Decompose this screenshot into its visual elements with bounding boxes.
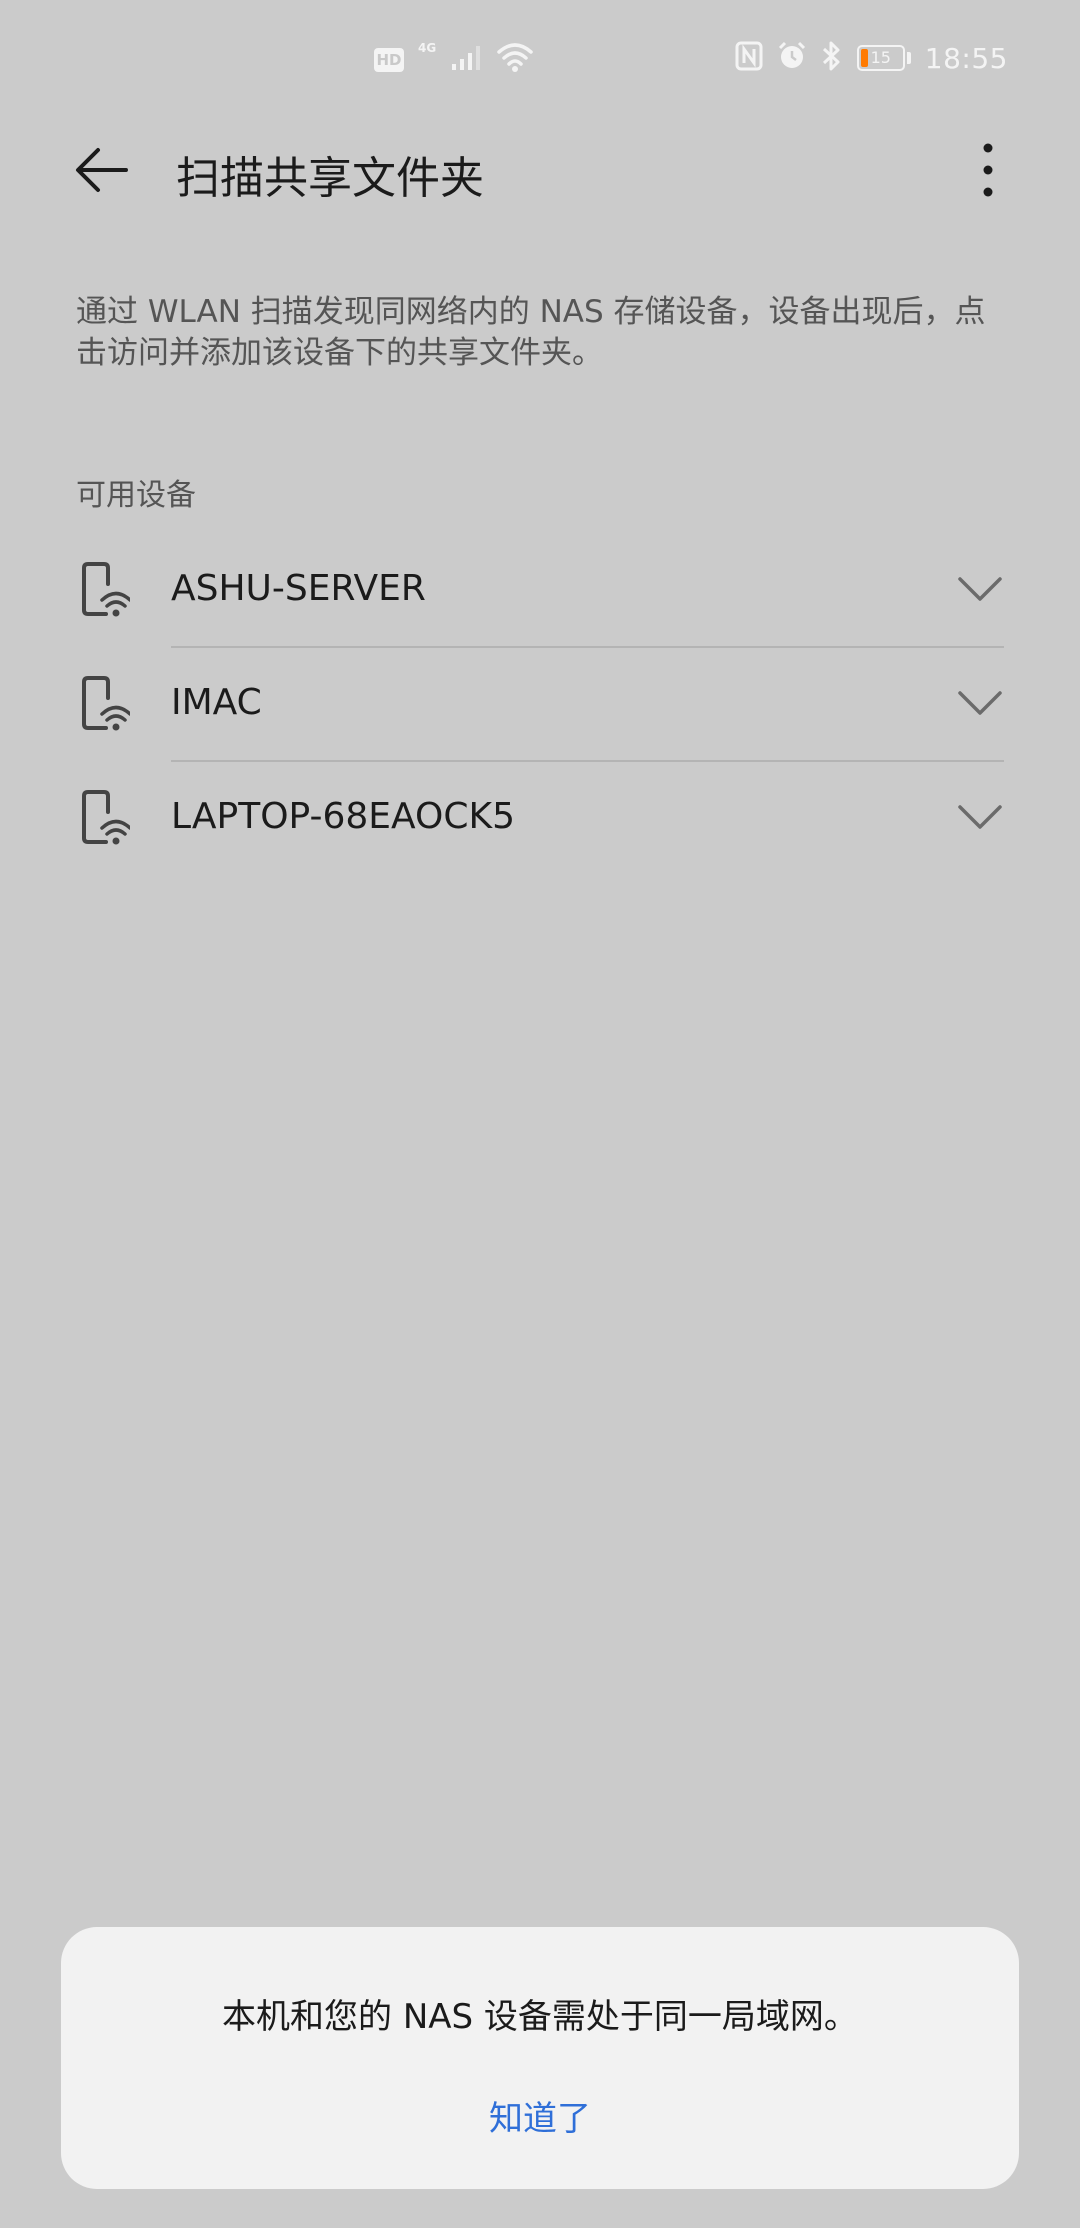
chevron-down-icon[interactable]	[956, 688, 1004, 718]
device-list: ASHU-SERVER IMAC LAPTOP-68EAOCK5	[0, 534, 1080, 876]
page-description: 通过 WLAN 扫描发现同网络内的 NAS 存储设备，设备出现后，点击访问并添加…	[76, 294, 986, 371]
device-item-ashu-server[interactable]: ASHU-SERVER	[0, 534, 1080, 648]
nfc-icon	[735, 41, 763, 75]
app-bar: 扫描共享文件夹	[0, 120, 1080, 220]
device-name: LAPTOP-68EAOCK5	[171, 796, 515, 837]
status-left-group: HD 4G	[374, 41, 534, 78]
status-bar: HD 4G 15 18:55	[0, 0, 1080, 120]
hd-icon: HD	[374, 48, 404, 72]
back-button[interactable]	[70, 138, 134, 202]
network-device-icon	[82, 676, 130, 731]
chevron-down-icon[interactable]	[956, 802, 1004, 832]
device-item-imac[interactable]: IMAC	[0, 648, 1080, 762]
status-right-group: 15 18:55	[735, 40, 1008, 76]
page-title: 扫描共享文件夹	[176, 153, 484, 204]
chevron-down-icon[interactable]	[956, 574, 1004, 604]
dialog-message: 本机和您的 NAS 设备需处于同一局域网。	[222, 1997, 858, 2037]
back-arrow-icon	[76, 148, 128, 192]
network-device-icon	[82, 562, 130, 617]
got-it-button[interactable]: 知道了	[440, 2087, 640, 2151]
battery-icon: 15	[856, 45, 905, 71]
status-time: 18:55	[924, 41, 1008, 75]
info-dialog: 本机和您的 NAS 设备需处于同一局域网。 知道了	[61, 1927, 1019, 2189]
battery-tip	[906, 52, 911, 64]
device-item-laptop[interactable]: LAPTOP-68EAOCK5	[0, 762, 1080, 876]
device-name: IMAC	[171, 682, 262, 723]
network-device-icon	[82, 790, 130, 845]
wifi-icon	[496, 42, 534, 78]
alarm-icon	[777, 41, 807, 75]
screen: HD 4G 15 18:55 扫描共享文件夹 通过 WLAN 扫描发现同网络内的…	[0, 0, 1080, 2228]
more-options-button[interactable]	[956, 138, 1020, 202]
section-header-available-devices: 可用设备	[76, 478, 196, 513]
network-type-label: 4G	[418, 41, 437, 55]
battery-level: 15	[870, 48, 891, 67]
device-name: ASHU-SERVER	[171, 568, 426, 609]
bluetooth-icon	[821, 40, 843, 76]
signal-icon	[450, 44, 482, 76]
more-vertical-icon	[983, 143, 993, 197]
